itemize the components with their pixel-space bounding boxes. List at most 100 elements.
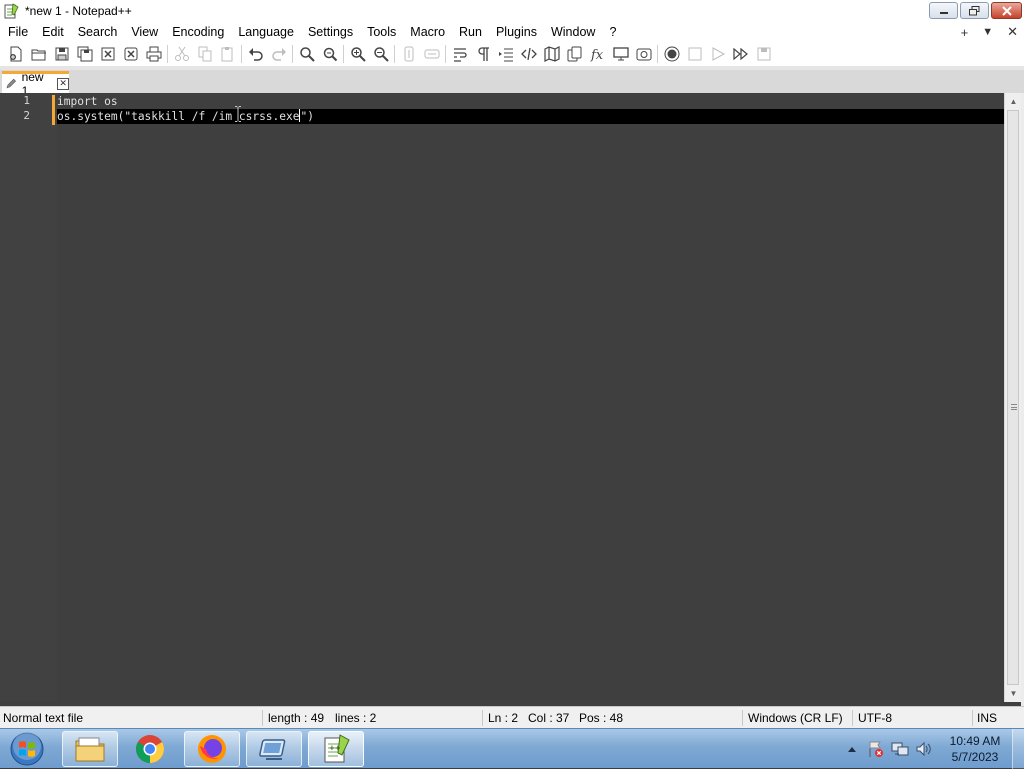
print-icon[interactable]	[142, 43, 165, 65]
ibeam-cursor-icon	[235, 106, 241, 122]
taskbar-firefox[interactable]	[184, 731, 240, 767]
taskbar-remote-desktop[interactable]	[246, 731, 302, 767]
find-icon[interactable]	[295, 43, 318, 65]
status-separator	[852, 710, 853, 726]
toolbar: fx	[0, 42, 1024, 66]
show-hidden-icons-arrow-icon[interactable]	[843, 740, 861, 758]
redo-icon[interactable]	[267, 43, 290, 65]
volume-icon[interactable]	[915, 740, 933, 758]
taskbar-google-chrome[interactable]	[122, 731, 178, 767]
menu-encoding[interactable]: Encoding	[165, 22, 231, 42]
word-wrap-icon[interactable]	[448, 43, 471, 65]
title-bar[interactable]: *new 1 - Notepad++	[0, 0, 1024, 22]
close-icon	[1001, 5, 1012, 16]
close-document-icon[interactable]: ✕	[1007, 24, 1018, 40]
sync-vertical-icon[interactable]	[397, 43, 420, 65]
code-text-area[interactable]: import os os.system("taskkill /f /im csr…	[57, 93, 1004, 702]
folder-workspace-icon[interactable]	[632, 43, 655, 65]
taskbar-windows-explorer[interactable]	[62, 731, 118, 767]
indent-guide-icon[interactable]	[494, 43, 517, 65]
status-separator	[482, 710, 483, 726]
monitoring-icon[interactable]	[609, 43, 632, 65]
scrollbar-grip	[1011, 404, 1017, 410]
save-icon[interactable]	[50, 43, 73, 65]
network-icon[interactable]	[891, 740, 909, 758]
menu-tools[interactable]: Tools	[360, 22, 403, 42]
menu-view[interactable]: View	[124, 22, 165, 42]
svg-text:fx: fx	[590, 48, 604, 62]
tab-list-down-icon[interactable]: ▼	[982, 26, 993, 38]
xml-tag-icon[interactable]	[517, 43, 540, 65]
status-bar: Normal text file length : 49 lines : 2 L…	[0, 706, 1024, 728]
zoom-out-icon[interactable]	[369, 43, 392, 65]
vertical-scrollbar[interactable]: ▲ ▼	[1004, 93, 1021, 702]
chrome-icon	[136, 735, 164, 763]
status-file-type: Normal text file	[3, 711, 84, 725]
menu-macro[interactable]: Macro	[403, 22, 452, 42]
toolbar-separator	[445, 45, 446, 63]
menu-bar: File Edit Search View Encoding Language …	[0, 22, 1024, 42]
open-file-icon[interactable]	[27, 43, 50, 65]
code-text-after-caret: ")	[300, 110, 314, 123]
save-all-icon[interactable]	[73, 43, 96, 65]
tab-bar-strip	[0, 66, 1024, 70]
close-window-button[interactable]	[991, 2, 1022, 19]
menu-settings[interactable]: Settings	[301, 22, 360, 42]
menu-help[interactable]: ?	[602, 22, 623, 42]
scrollbar-thumb[interactable]	[1007, 110, 1019, 685]
scroll-up-arrow-icon[interactable]: ▲	[1005, 93, 1022, 110]
restore-button[interactable]	[960, 2, 989, 19]
toolbar-separator	[657, 45, 658, 63]
show-all-chars-icon[interactable]	[471, 43, 494, 65]
function-list-icon[interactable]: fx	[586, 43, 609, 65]
tab-new-1[interactable]: new 1 ✕	[2, 70, 69, 98]
system-clock[interactable]: 10:49 AM 5/7/2023	[944, 733, 1006, 765]
line-number-gutter: 1 2	[0, 93, 52, 702]
status-insert-mode[interactable]: INS	[974, 707, 997, 729]
taskbar-notepad-plus-plus[interactable]: ++	[308, 731, 364, 767]
stop-macro-icon[interactable]	[683, 43, 706, 65]
status-column: Col : 37	[528, 711, 570, 725]
action-center-flag-icon[interactable]	[867, 740, 885, 758]
menu-language[interactable]: Language	[231, 22, 301, 42]
menu-edit[interactable]: Edit	[35, 22, 71, 42]
close-all-icon[interactable]	[119, 43, 142, 65]
toolbar-separator	[343, 45, 344, 63]
save-macro-icon[interactable]	[752, 43, 775, 65]
play-macro-icon[interactable]	[706, 43, 729, 65]
paste-icon[interactable]	[216, 43, 239, 65]
cut-icon[interactable]	[170, 43, 193, 65]
document-map-icon[interactable]	[540, 43, 563, 65]
menu-search[interactable]: Search	[71, 22, 125, 42]
status-separator	[972, 710, 973, 726]
scroll-down-arrow-icon[interactable]: ▼	[1005, 685, 1022, 702]
show-desktop-button[interactable]	[1012, 729, 1024, 769]
run-macro-multiple-icon[interactable]	[729, 43, 752, 65]
menu-plugins[interactable]: Plugins	[489, 22, 544, 42]
new-tab-plus-icon[interactable]: +	[961, 25, 969, 40]
zoom-in-icon[interactable]	[346, 43, 369, 65]
minimize-button[interactable]	[929, 2, 958, 19]
minimize-icon	[939, 11, 948, 14]
new-file-icon[interactable]	[4, 43, 27, 65]
menu-window[interactable]: Window	[544, 22, 602, 42]
sync-horizontal-icon[interactable]	[420, 43, 443, 65]
menu-run[interactable]: Run	[452, 22, 489, 42]
undo-icon[interactable]	[244, 43, 267, 65]
start-button[interactable]	[6, 731, 48, 767]
folder-icon	[75, 737, 105, 762]
tab-close-icon[interactable]: ✕	[57, 77, 69, 90]
code-line-1: import os	[57, 95, 118, 108]
copy-icon[interactable]	[193, 43, 216, 65]
replace-icon[interactable]	[318, 43, 341, 65]
clone-icon[interactable]	[563, 43, 586, 65]
status-position: Pos : 48	[579, 711, 624, 725]
line-number: 2	[23, 109, 30, 122]
menu-file[interactable]: File	[0, 22, 35, 42]
status-eol-format[interactable]: Windows (CR LF)	[745, 707, 843, 729]
editor-pane[interactable]: 1 2 import os os.system("taskkill /f /im…	[0, 93, 1024, 706]
firefox-icon	[198, 735, 226, 763]
status-encoding[interactable]: UTF-8	[855, 707, 892, 729]
record-macro-icon[interactable]	[660, 43, 683, 65]
close-icon[interactable]	[96, 43, 119, 65]
